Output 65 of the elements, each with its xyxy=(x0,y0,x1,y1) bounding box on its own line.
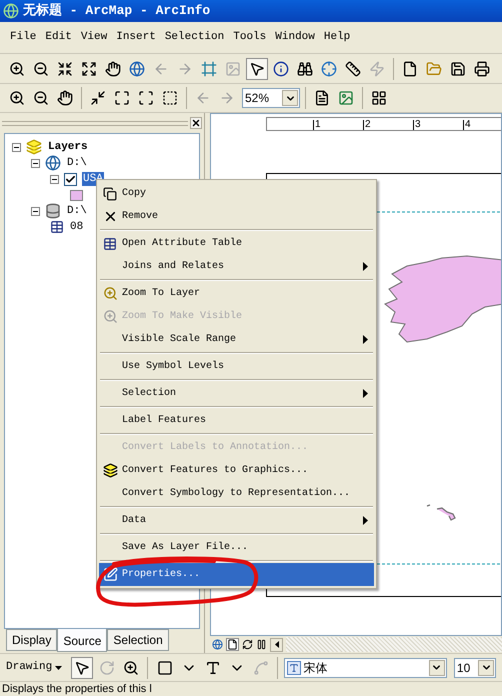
pause-icon[interactable] xyxy=(256,639,267,650)
ruler-label: 3 xyxy=(413,120,425,130)
database-icon xyxy=(45,203,61,219)
tree-item-label[interactable]: Layers xyxy=(47,140,89,154)
menu-item-icon xyxy=(103,236,117,250)
menu-item[interactable]: Open Attribute Table xyxy=(99,232,374,255)
checkbox[interactable] xyxy=(64,172,77,186)
menu-bar-item[interactable]: Tools xyxy=(233,29,266,46)
menu-bar-item[interactable]: Window xyxy=(275,29,315,46)
zoom-combo[interactable]: 52% xyxy=(242,88,300,108)
globe-icon[interactable] xyxy=(212,639,223,650)
tree-item-label[interactable]: 08 xyxy=(69,220,84,234)
tab[interactable]: Display xyxy=(6,629,58,651)
globe-icon xyxy=(3,3,19,19)
menu-bar-item[interactable]: File xyxy=(10,29,36,46)
tree-item-label[interactable]: D:\ xyxy=(66,204,88,218)
font-combo[interactable]: 宋体 xyxy=(284,658,447,678)
collapse-box-icon[interactable] xyxy=(50,174,59,184)
collapse-box-icon[interactable] xyxy=(12,142,21,152)
status-text: Displays the properties of this l xyxy=(2,684,152,694)
menu-item-icon xyxy=(102,463,118,478)
menu-item[interactable]: Use Symbol Levels xyxy=(99,355,374,378)
menu-item[interactable]: Remove xyxy=(99,205,374,228)
table-icon xyxy=(50,220,64,234)
tab[interactable]: Selection xyxy=(107,629,169,651)
menu-item[interactable]: Properties... xyxy=(99,563,374,586)
page-icon[interactable] xyxy=(226,638,239,651)
menu-item[interactable]: Convert Symbology to Representation... xyxy=(99,482,374,505)
collapse-box-icon[interactable] xyxy=(31,158,40,168)
layers-icon xyxy=(26,139,42,155)
menu-item-icon xyxy=(102,309,118,324)
font-size-combo[interactable]: 10 xyxy=(454,658,496,678)
ruler-label: 4 xyxy=(463,120,475,130)
globe-icon xyxy=(45,155,61,171)
drawing-menu-button[interactable]: Drawing xyxy=(6,659,68,676)
menu-bar-item[interactable]: Selection xyxy=(164,29,224,46)
close-icon[interactable] xyxy=(190,117,202,129)
menu-item[interactable]: Zoom To Layer xyxy=(99,282,374,305)
menu-bar-item[interactable]: View xyxy=(80,29,108,46)
menu-bar-item[interactable]: Insert xyxy=(116,29,156,46)
menu-item[interactable]: Label Features xyxy=(99,409,374,432)
menu-item-icon xyxy=(103,186,117,200)
refresh-icon[interactable] xyxy=(242,639,253,650)
menu-item[interactable]: Save As Layer File... xyxy=(99,536,374,559)
menu-item[interactable]: Data xyxy=(99,509,374,532)
pointer-icon[interactable] xyxy=(246,58,268,80)
menu-item[interactable]: Joins and Relates xyxy=(99,255,374,278)
menu-item-icon xyxy=(102,286,118,301)
window-title: 无标题 - ArcMap - ArcInfo xyxy=(23,2,210,20)
scroll-left-icon[interactable] xyxy=(270,638,283,652)
collapse-box-icon[interactable] xyxy=(31,206,40,216)
menu-item-icon xyxy=(102,567,118,582)
menu-bar-item[interactable]: Edit xyxy=(45,29,72,46)
font-type-icon xyxy=(287,660,302,674)
island-chain-shape xyxy=(426,504,456,521)
caret-icon xyxy=(55,666,62,670)
ruler-label: 2 xyxy=(363,120,375,130)
menu-bar-item[interactable]: Help xyxy=(324,29,350,46)
menu-item[interactable]: Visible Scale Range xyxy=(99,328,374,351)
menu-item[interactable]: Convert Features to Graphics... xyxy=(99,459,374,482)
menu-item[interactable]: Selection xyxy=(99,382,374,405)
tree-item-label[interactable]: D:\ xyxy=(66,156,88,170)
tab[interactable]: Source xyxy=(57,629,108,652)
pointer-icon[interactable] xyxy=(71,656,94,678)
ruler-label: 1 xyxy=(313,120,325,130)
